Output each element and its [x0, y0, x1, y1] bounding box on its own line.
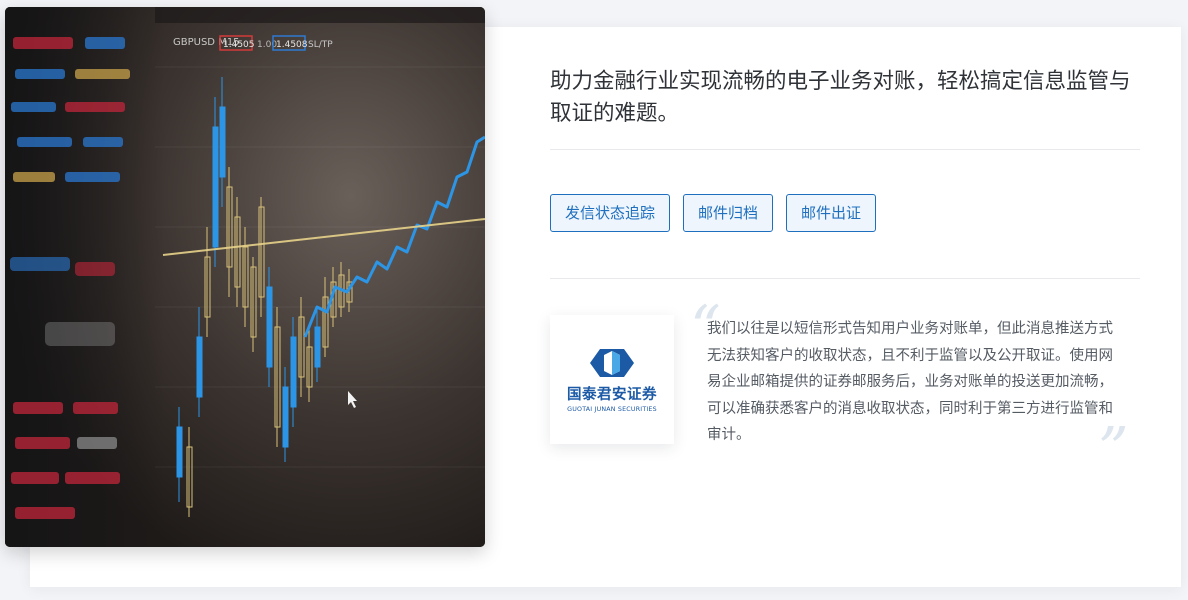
candle-body — [266, 286, 273, 368]
candle-body — [196, 336, 203, 398]
candle-body — [212, 126, 219, 248]
client-logo: 国泰君安证券 GUOTAI JUNAN SECURITIES — [550, 315, 674, 444]
divider-bottom — [550, 278, 1140, 279]
quote-left: 1.4505 — [223, 40, 255, 50]
tag-delivery-tracking[interactable]: 发信状态追踪 — [550, 194, 671, 232]
quote-mid: 1.00 — [257, 40, 277, 50]
candle-body — [219, 106, 226, 178]
logo-name-en: GUOTAI JUNAN SECURITIES — [567, 405, 657, 413]
hero-image: GBPUSD M15 1.4505 1.00 1.4508 SL/TP — [5, 7, 485, 547]
guotai-junan-logo-icon — [590, 348, 634, 377]
candle-body — [290, 336, 297, 408]
testimonial-text: 我们以往是以短信形式告知用户业务对账单，但此消息推送方式无法获知客户的收取状态，… — [707, 321, 1113, 443]
candle-body — [314, 326, 321, 368]
stock-chart-photo: GBPUSD M15 1.4505 1.00 1.4508 SL/TP — [5, 7, 485, 547]
headline: 助力金融行业实现流畅的电子业务对账，轻松搞定信息监管与取证的难题。 — [550, 69, 1131, 126]
divider-top — [550, 149, 1140, 150]
candle-body — [282, 386, 289, 448]
close-quote-icon: ” — [1098, 415, 1129, 485]
logo-name-cn: 国泰君安证券 — [567, 386, 657, 403]
quote-right: 1.4508 — [276, 40, 308, 50]
menu-label: SL/TP — [308, 40, 333, 50]
candle-body — [176, 426, 183, 478]
tag-mail-certification[interactable]: 邮件出证 — [786, 194, 877, 232]
tag-mail-archive[interactable]: 邮件归档 — [683, 194, 774, 232]
feature-tags: 发信状态追踪 邮件归档 邮件出证 — [550, 194, 877, 232]
